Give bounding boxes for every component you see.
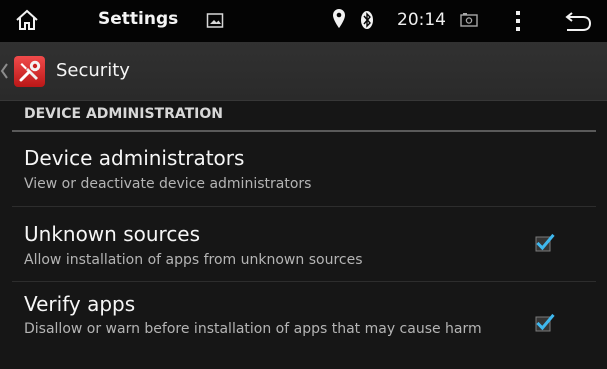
up-navigation-icon[interactable]: [0, 57, 8, 85]
status-bar: Settings 20:14: [0, 0, 607, 42]
bluetooth-icon: [361, 11, 373, 29]
security-settings-icon: [14, 56, 45, 87]
home-icon[interactable]: [14, 8, 40, 32]
preference-summary: View or deactivate device administrators: [24, 176, 312, 192]
screenshot-icon[interactable]: [460, 12, 478, 28]
unknown-sources-checkbox[interactable]: [535, 233, 555, 253]
location-pin-icon: [333, 9, 345, 28]
preference-title: Verify apps: [24, 292, 136, 316]
image-icon: [206, 13, 224, 28]
section-header: DEVICE ADMINISTRATION: [12, 100, 596, 132]
back-icon[interactable]: [564, 10, 592, 32]
status-bar-title: Settings: [98, 9, 179, 29]
clock-time: 20:14: [397, 10, 446, 30]
preference-device-administrators[interactable]: Device administrators View or deactivate…: [12, 132, 596, 207]
preference-unknown-sources[interactable]: Unknown sources Allow installation of ap…: [12, 208, 596, 282]
action-bar[interactable]: Security: [0, 42, 607, 101]
security-settings-screen: Settings 20:14 Security DEVICE ADMINISTR…: [0, 0, 607, 369]
preference-verify-apps[interactable]: Verify apps Disallow or warn before inst…: [12, 283, 596, 369]
verify-apps-checkbox[interactable]: [535, 313, 555, 333]
preference-summary: Allow installation of apps from unknown …: [24, 252, 363, 268]
section-header-label: DEVICE ADMINISTRATION: [24, 106, 224, 122]
page-title: Security: [56, 60, 130, 81]
overflow-menu-icon[interactable]: [513, 9, 523, 33]
preference-summary: Disallow or warn before installation of …: [24, 321, 482, 337]
preference-title: Device administrators: [24, 146, 245, 170]
preference-title: Unknown sources: [24, 222, 201, 246]
